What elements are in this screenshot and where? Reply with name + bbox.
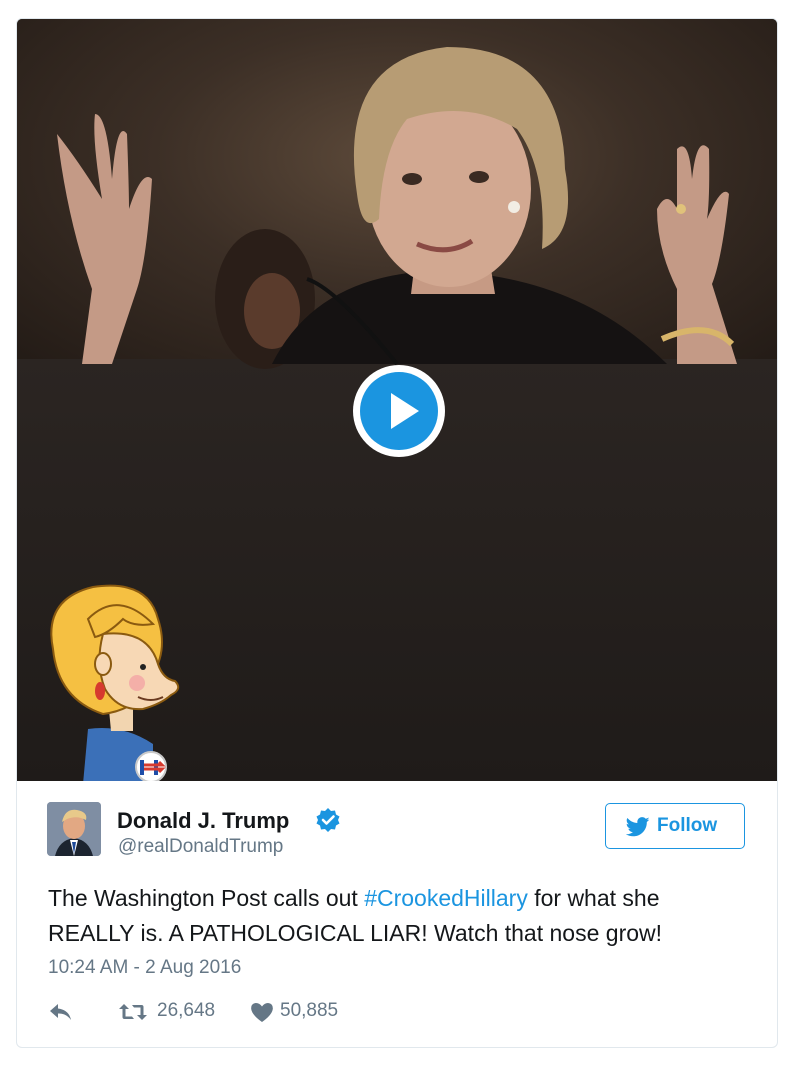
like-button[interactable]: 50,885 [250, 999, 370, 1025]
cartoon-sticker: H [33, 579, 180, 781]
play-button[interactable] [353, 365, 445, 457]
verified-badge-icon [316, 808, 340, 832]
hashtag-link[interactable]: #CrookedHillary [364, 885, 528, 911]
display-name[interactable]: Donald J. Trump [117, 808, 289, 834]
heart-icon [251, 1003, 273, 1022]
avatar[interactable] [47, 802, 101, 856]
follow-label: Follow [657, 815, 718, 836]
tweet-text: The Washington Post calls out #CrookedHi… [48, 881, 748, 951]
reply-icon [50, 1004, 71, 1020]
like-count: 50,885 [280, 1000, 339, 1021]
tweet-timestamp[interactable]: 10:24 AM - 2 Aug 2016 [48, 957, 241, 979]
video-player[interactable]: H [17, 19, 777, 781]
sticker-badge-letter: H [33, 579, 34, 580]
tweet-text-part: The Washington Post calls out [48, 885, 365, 911]
play-icon [360, 372, 438, 450]
follow-button[interactable]: Follow [605, 803, 745, 849]
user-handle[interactable]: @realDonaldTrump [118, 836, 283, 858]
tweet-card: H Donald J. Trump @realDonaldTrump Follo… [16, 18, 778, 1048]
twitter-bird-icon [626, 817, 650, 837]
retweet-button[interactable]: 26,648 [118, 999, 238, 1025]
retweet-icon [119, 1004, 147, 1020]
reply-button[interactable] [48, 999, 78, 1025]
retweet-count: 26,648 [157, 1000, 216, 1021]
